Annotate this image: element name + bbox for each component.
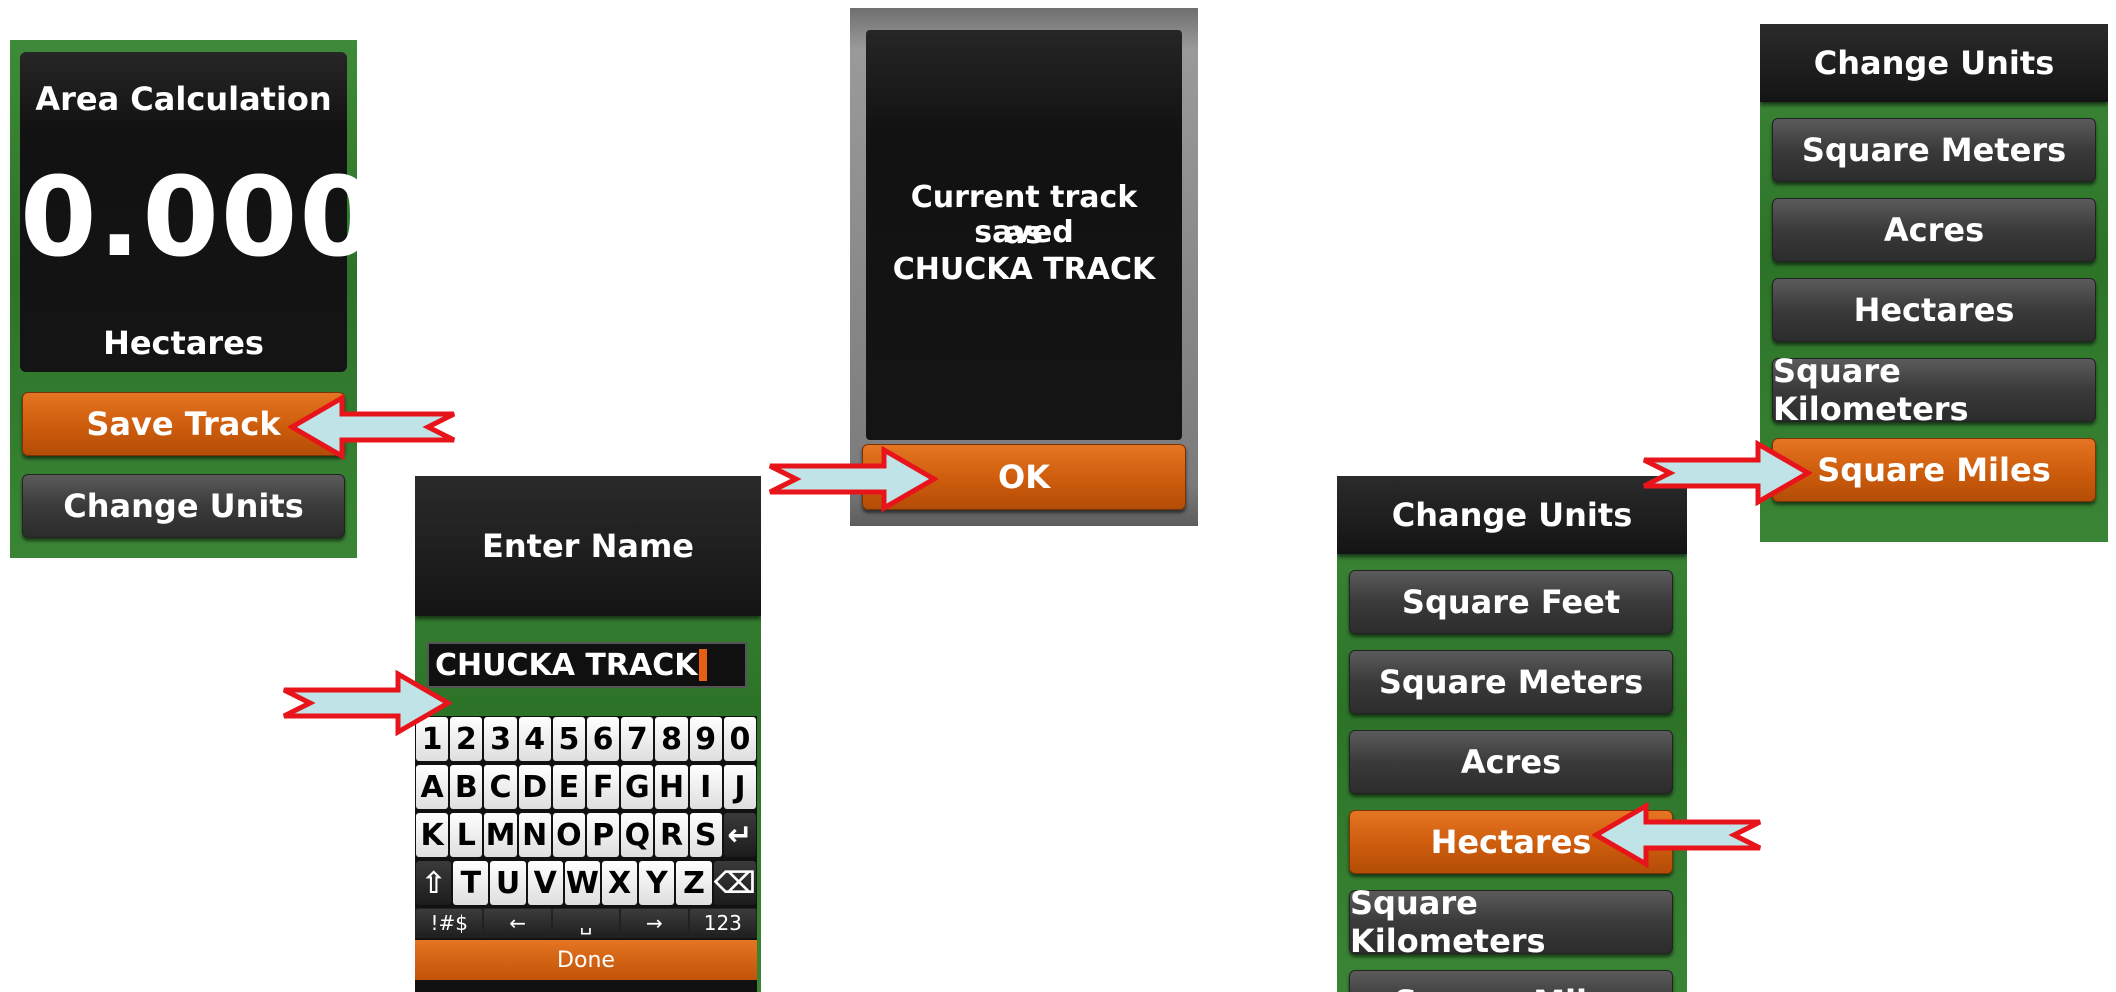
enter-name-header: Enter Name [415,476,761,616]
done-button[interactable]: Done [415,940,757,980]
enter-name-panel: Enter Name CHUCKA TRACK 1234567890 ABCDE… [415,476,761,992]
change-units-header-b: Change Units [1760,24,2108,102]
key-row4-0[interactable]: ⇧ [416,861,452,905]
text-cursor [699,649,708,681]
key-row2-8[interactable]: I [689,765,722,809]
unit-option-square-miles[interactable]: Square Miles [1772,438,2096,502]
fn-key-3[interactable]: → [621,909,688,937]
key-row4-6[interactable]: Y [639,861,675,905]
key-row2-6[interactable]: G [621,765,654,809]
key-row2-9[interactable]: J [723,765,757,809]
keyboard-row-k-s: K L M N O P Q R S ↵ [415,812,757,858]
fn-key-1[interactable]: ← [484,909,551,937]
key-row4-4[interactable]: W [564,861,601,905]
keyboard: 1234567890 ABCDEFGHIJ K L M N O P Q R S ↵ ⇧ T U V W X Y… [415,716,757,992]
key-row3-8[interactable]: S [689,813,722,857]
key-row1-7[interactable]: 8 [655,717,688,761]
key-row3-3[interactable]: N [518,813,551,857]
saved-message-line3: CHUCKA TRACK [892,252,1156,287]
keyboard-function-row: !#$ ← ␣ → 123 [415,908,757,938]
change-units-button[interactable]: Change Units [22,474,345,538]
change-units-panel-b: Change Units Square Meters Acres Hectare… [1760,24,2108,542]
unit-option-square-meters[interactable]: Square Meters [1772,118,2096,182]
name-input-value: CHUCKA TRACK [435,647,698,683]
key-row1-5[interactable]: 6 [587,717,620,761]
unit-option-square-feet[interactable]: Square Feet [1349,570,1673,634]
key-row2-3[interactable]: D [518,765,551,809]
unit-option-square-miles[interactable]: Square Miles [1349,970,1673,992]
callout-arrow-name-input [282,670,452,736]
key-row1-3[interactable]: 4 [518,717,551,761]
fn-key-0[interactable]: !#$ [416,909,483,937]
unit-option-acres[interactable]: Acres [1772,198,2096,262]
key-row2-7[interactable]: H [655,765,688,809]
callout-arrow-save-track [288,394,456,460]
keyboard-row-t-z: ⇧ T U V W X Y Z ⌫ [415,860,757,906]
change-units-panel-a: Change Units Square Feet Square Meters A… [1337,476,1687,992]
key-row4-3[interactable]: V [527,861,563,905]
key-row4-7[interactable]: Z [676,861,712,905]
key-row1-9[interactable]: 0 [723,717,757,761]
key-row2-2[interactable]: C [484,765,517,809]
area-title: Area Calculation [35,80,332,118]
keyboard-row-a-j: ABCDEFGHIJ [415,764,757,810]
key-row3-7[interactable]: R [655,813,688,857]
keyboard-row-numbers: 1234567890 [415,716,757,762]
key-row2-1[interactable]: B [450,765,483,809]
key-row2-0[interactable]: A [416,765,449,809]
unit-option-hectares[interactable]: Hectares [1772,278,2096,342]
key-row1-8[interactable]: 9 [689,717,722,761]
area-display: Area Calculation 0.0000 Hectares [20,52,357,372]
unit-option-square-kilometers[interactable]: Square Kilometers [1772,352,2096,428]
fn-key-2[interactable]: ␣ [552,909,620,937]
area-calculation-panel: Area Calculation 0.0000 Hectares Save Tr… [10,40,357,558]
saved-message-line2: as [1004,216,1044,251]
area-value: 0.0000 [20,153,357,281]
callout-arrow-square-miles [1642,440,1812,506]
area-unit: Hectares [103,324,264,362]
key-row1-4[interactable]: 5 [552,717,586,761]
key-row4-8[interactable]: ⌫ [713,861,757,905]
unit-option-acres[interactable]: Acres [1349,730,1673,794]
key-row1-1[interactable]: 2 [450,717,483,761]
key-row3-4[interactable]: O [552,813,586,857]
key-row1-2[interactable]: 3 [484,717,517,761]
key-row3-2[interactable]: M [484,813,517,857]
key-row4-1[interactable]: T [453,861,489,905]
key-row3-1[interactable]: L [450,813,483,857]
key-row2-5[interactable]: F [587,765,620,809]
key-row2-4[interactable]: E [552,765,586,809]
key-row3-0[interactable]: K [416,813,449,857]
name-input-field[interactable]: CHUCKA TRACK [427,642,747,688]
unit-option-square-meters[interactable]: Square Meters [1349,650,1673,714]
key-row1-6[interactable]: 7 [621,717,654,761]
saved-message-box: Current track saved as CHUCKA TRACK [866,30,1182,440]
fn-key-4[interactable]: 123 [689,909,757,937]
key-row3-9[interactable]: ↵ [723,813,757,857]
unit-option-square-kilometers[interactable]: Square Kilometers [1349,884,1673,960]
change-units-header-a: Change Units [1337,476,1687,554]
key-row3-6[interactable]: Q [621,813,654,857]
key-row3-5[interactable]: P [587,813,620,857]
key-row4-5[interactable]: X [602,861,638,905]
callout-arrow-ok [768,446,938,512]
key-row4-2[interactable]: U [490,861,526,905]
callout-arrow-hectares [1592,802,1762,868]
